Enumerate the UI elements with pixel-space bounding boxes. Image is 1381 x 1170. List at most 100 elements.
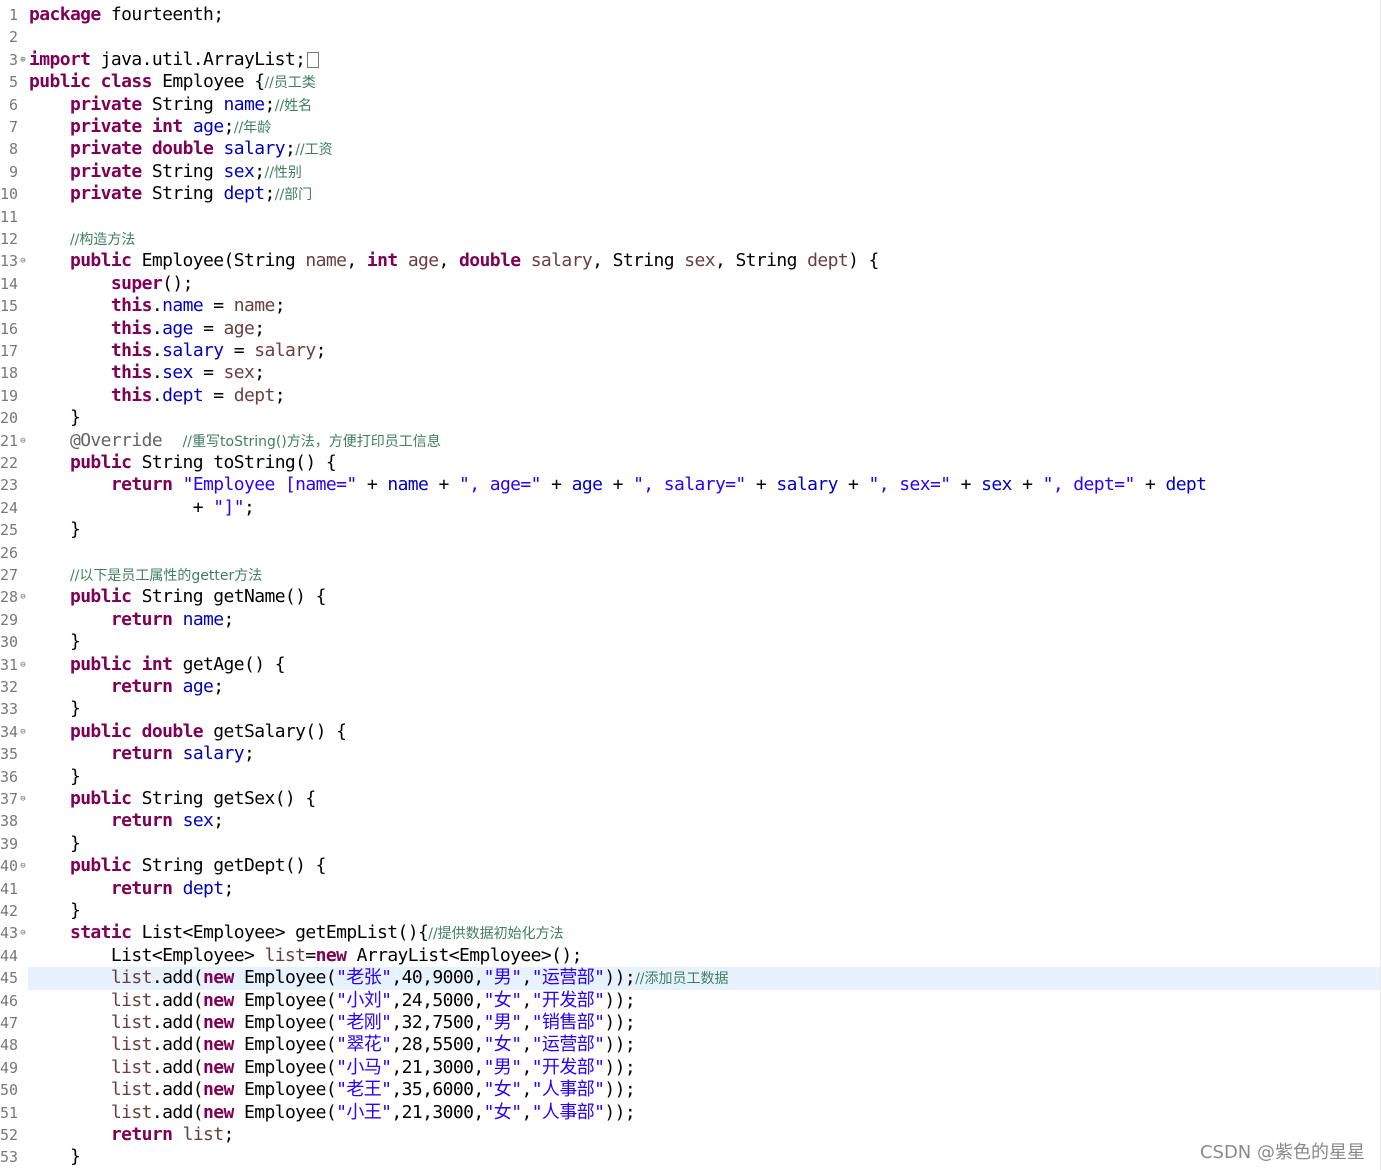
code-line[interactable]: 20 } [0,407,1381,429]
token-string: "翠花" [336,1034,392,1056]
code-editor[interactable]: 1 package fourteenth; 2 3 ⊕ import java.util.… [0,0,1381,1170]
fold-collapse-icon[interactable]: ⊖ [18,250,28,272]
code-line[interactable]: 30 } [0,631,1381,653]
code-line[interactable]: 11 [0,206,1381,228]
code-text: list.add(new Employee("小王",21,3000,"女","… [29,1101,636,1124]
code-line[interactable]: 39 } [0,833,1381,855]
fold-collapse-icon[interactable]: ⊖ [18,855,28,877]
code-line[interactable]: 26 [0,542,1381,564]
code-line[interactable]: 21 ⊖ @Override //重写toString()方法，方便打印员工信息 [0,430,1381,452]
code-line[interactable]: 23 return "Employee [name=" + name + ", … [0,474,1381,496]
code-line[interactable]: 1 package fourteenth; [0,4,1381,26]
fold-collapse-icon[interactable]: ⊖ [18,430,28,452]
token-text: = [192,317,224,339]
token-text: , [521,1034,532,1056]
code-line[interactable]: 3 ⊕ import java.util.ArrayList; [0,49,1381,71]
code-line[interactable]: 17 this.salary = salary; [0,340,1381,362]
code-line[interactable]: 49 list.add(new Employee("小马",21,3000,"男… [0,1057,1381,1079]
token-text: ; [213,810,224,832]
token-comment: //年龄 [233,120,272,136]
token-string: "]" [213,496,244,518]
line-number: 1 [8,6,18,24]
code-line[interactable]: 48 list.add(new Employee("翠花",28,5500,"女… [0,1034,1381,1056]
code-line[interactable]: 8 private double salary;//工资 [0,138,1381,160]
line-number: 31 [0,655,19,674]
code-line[interactable]: 32 return age; [0,676,1381,698]
code-line[interactable]: 10 private String dept;//部门 [0,183,1381,205]
fold-collapse-icon[interactable]: ⊖ [18,922,28,944]
code-line[interactable]: 28 ⊖ public String getName() { [0,586,1381,608]
token-text: ; [223,1124,235,1145]
code-line[interactable]: 41 return dept; [0,878,1381,900]
token-text: , [521,1101,532,1123]
code-line[interactable]: 43 ⊖ static List<Employee> getEmpList(){/… [0,922,1381,944]
code-line[interactable]: 36 } [0,766,1381,788]
token-keyword: private [69,116,142,137]
code-line[interactable]: 31 ⊖ public int getAge() { [0,654,1381,676]
token-comment: //员工类 [264,75,316,92]
code-line[interactable]: 46 list.add(new Employee("小刘",24,5000,"女… [0,990,1381,1012]
code-line[interactable]: 47 list.add(new Employee("老刚",32,7500,"男… [0,1012,1381,1034]
code-line[interactable]: 44 List<Employee> list=new ArrayList<Emp… [0,945,1381,967]
fold-collapse-icon[interactable]: ⊖ [18,654,28,676]
line-number: 42 [0,902,19,920]
code-line[interactable]: 33 } [0,698,1381,720]
code-line[interactable]: 52 return list; [0,1124,1381,1146]
code-line[interactable]: 2 [0,26,1381,48]
code-line[interactable]: 24 + "]"; [0,497,1381,519]
token-text: = [203,384,234,406]
code-line[interactable]: 14 super(); [0,273,1381,295]
code-line[interactable]: 13 ⊖ public Employee(String name, int age… [0,250,1381,272]
code-text: list.add(new Employee("老张",40,9000,"男","… [29,967,729,990]
code-line[interactable]: 37 ⊖ public String getSex() { [0,788,1381,810]
token-field: dept [182,877,225,899]
code-line[interactable]: 18 this.sex = sex; [0,362,1381,384]
code-line[interactable]: 51 list.add(new Employee("小王",21,3000,"女… [0,1102,1381,1124]
code-line[interactable]: 29 return name; [0,609,1381,631]
code-line[interactable]: 16 this.age = age; [0,318,1381,340]
token-keyword: this [110,295,153,317]
token-text: , [521,989,532,1011]
token-text: String [141,93,224,115]
code-line[interactable]: 42 } [0,900,1381,922]
token-param: name [233,295,276,317]
token-text: String toString() { [131,452,337,473]
code-line[interactable]: 38 return sex; [0,810,1381,832]
code-line[interactable]: 35 return salary; [0,743,1381,765]
code-line[interactable]: 12 //构造方法 [0,228,1381,250]
code-line[interactable]: 15 this.name = name; [0,295,1381,317]
token-field: dept [162,384,204,406]
token-comment: //重写toString()方法，方便打印员工信息 [182,433,441,450]
code-line[interactable]: 45 list.add(new Employee("老张",40,9000,"男… [0,967,1381,990]
code-line[interactable]: 22 public String toString() { [0,452,1381,474]
token-text: .add( [151,1056,204,1078]
fold-collapse-icon[interactable]: ⊖ [18,788,28,810]
code-line[interactable]: 27 //以下是员工属性的getter方法 [0,564,1381,586]
fold-collapse-icon[interactable]: ⊖ [18,721,28,743]
token-text: String getName() { [131,586,327,608]
code-line[interactable]: 25 } [0,519,1381,541]
code-line[interactable]: 19 this.dept = dept; [0,385,1381,407]
code-line[interactable]: 5 public class Employee {//员工类 [0,71,1381,93]
code-line[interactable]: 9 private String sex;//性别 [0,161,1381,183]
code-line[interactable]: 50 list.add(new Employee("老王",35,6000,"女… [0,1079,1381,1101]
fold-collapse-icon[interactable]: ⊖ [18,586,28,608]
code-line[interactable]: 40 ⊖ public String getDept() { [0,855,1381,877]
code-line[interactable]: 7 private int age;//年龄 [0,116,1381,138]
code-line[interactable]: 6 private String name;//姓名 [0,94,1381,116]
code-text: list.add(new Employee("翠花",28,5500,"女","… [29,1034,636,1056]
code-line[interactable]: 53 } [0,1146,1381,1168]
code-line[interactable]: 34 ⊖ public double getSalary() { [0,721,1381,743]
folded-imports-marker-icon[interactable] [307,51,320,68]
fold-expand-icon[interactable]: ⊕ [18,49,28,71]
token-string: "女" [483,1079,522,1101]
token-keyword: int [151,116,183,137]
token-keyword: return [110,877,173,899]
